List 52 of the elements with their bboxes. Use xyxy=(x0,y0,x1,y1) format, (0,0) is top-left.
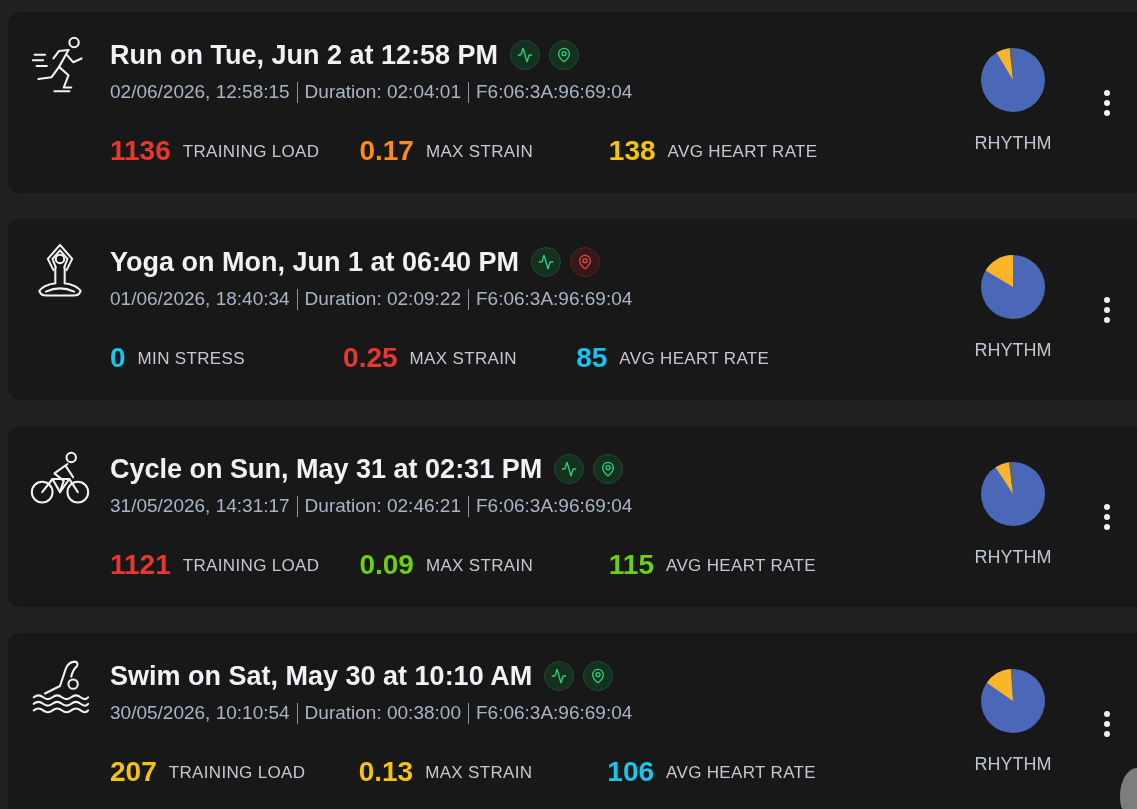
device-address: F6:06:3A:96:69:04 xyxy=(475,287,633,311)
activity-title: Run on Tue, Jun 2 at 12:58 PM xyxy=(110,39,499,71)
activity-duration: Duration: 00:38:00 xyxy=(304,701,461,725)
more-vertical-icon xyxy=(1104,711,1110,737)
activity-timestamp: 31/05/2026, 14:31:17 xyxy=(110,494,290,518)
more-vertical-icon xyxy=(1104,90,1110,116)
metric-value: 0.09 xyxy=(359,548,414,581)
metric-value: 0 xyxy=(110,341,126,374)
pie-chart xyxy=(981,255,1045,319)
activity-timestamp: 02/06/2026, 12:58:15 xyxy=(110,80,290,104)
more-vertical-icon xyxy=(1104,297,1110,323)
activity-timestamp: 30/05/2026, 10:10:54 xyxy=(110,701,290,725)
metric-value: 138 xyxy=(608,134,656,167)
device-address: F6:06:3A:96:69:04 xyxy=(475,494,633,518)
chart-label: RHYTHM xyxy=(974,546,1052,568)
metric-label: AVG HEART RATE xyxy=(666,555,816,577)
chart-label: RHYTHM xyxy=(974,753,1052,775)
metric-label: MIN STRESS xyxy=(137,348,245,370)
metric-label: AVG HEART RATE xyxy=(619,348,770,370)
metric-value: 0.17 xyxy=(359,134,414,167)
device-address: F6:06:3A:96:69:04 xyxy=(475,701,633,725)
chart-label: RHYTHM xyxy=(974,339,1052,361)
pie-chart xyxy=(981,669,1045,733)
activity-duration: Duration: 02:09:22 xyxy=(304,287,461,311)
activity-duration: Duration: 02:46:21 xyxy=(304,494,461,518)
metric-label: TRAINING LOAD xyxy=(182,555,320,577)
activity-title: Swim on Sat, May 30 at 10:10 AM xyxy=(110,660,533,692)
metric-label: MAX STRAIN xyxy=(425,141,534,163)
activity-timestamp: 01/06/2026, 18:40:34 xyxy=(110,287,290,311)
metric-label: MAX STRAIN xyxy=(425,555,534,577)
chart-label: RHYTHM xyxy=(974,132,1052,154)
metric-value: 1136 xyxy=(110,134,171,167)
metric-value: 115 xyxy=(608,548,654,581)
metric-label: AVG HEART RATE xyxy=(667,141,818,163)
metric-value: 207 xyxy=(110,755,157,788)
more-vertical-icon xyxy=(1104,504,1110,530)
metric-value: 85 xyxy=(576,341,608,374)
metric-label: AVG HEART RATE xyxy=(666,762,816,784)
metric-value: 0.13 xyxy=(358,755,414,788)
metric-label: TRAINING LOAD xyxy=(182,141,320,163)
metric-label: TRAINING LOAD xyxy=(168,762,306,784)
metric-value: 0.25 xyxy=(343,341,398,374)
activity-duration: Duration: 02:04:01 xyxy=(304,80,461,104)
activity-title: Cycle on Sun, May 31 at 02:31 PM xyxy=(110,453,543,485)
metric-value: 106 xyxy=(607,755,655,788)
metric-value: 1121 xyxy=(110,548,171,581)
pie-chart xyxy=(981,462,1045,526)
metric-label: MAX STRAIN xyxy=(425,762,533,784)
device-address: F6:06:3A:96:69:04 xyxy=(475,80,633,104)
activity-title: Yoga on Mon, Jun 1 at 06:40 PM xyxy=(110,246,520,278)
metric-label: MAX STRAIN xyxy=(409,348,517,370)
pie-chart xyxy=(981,48,1045,112)
